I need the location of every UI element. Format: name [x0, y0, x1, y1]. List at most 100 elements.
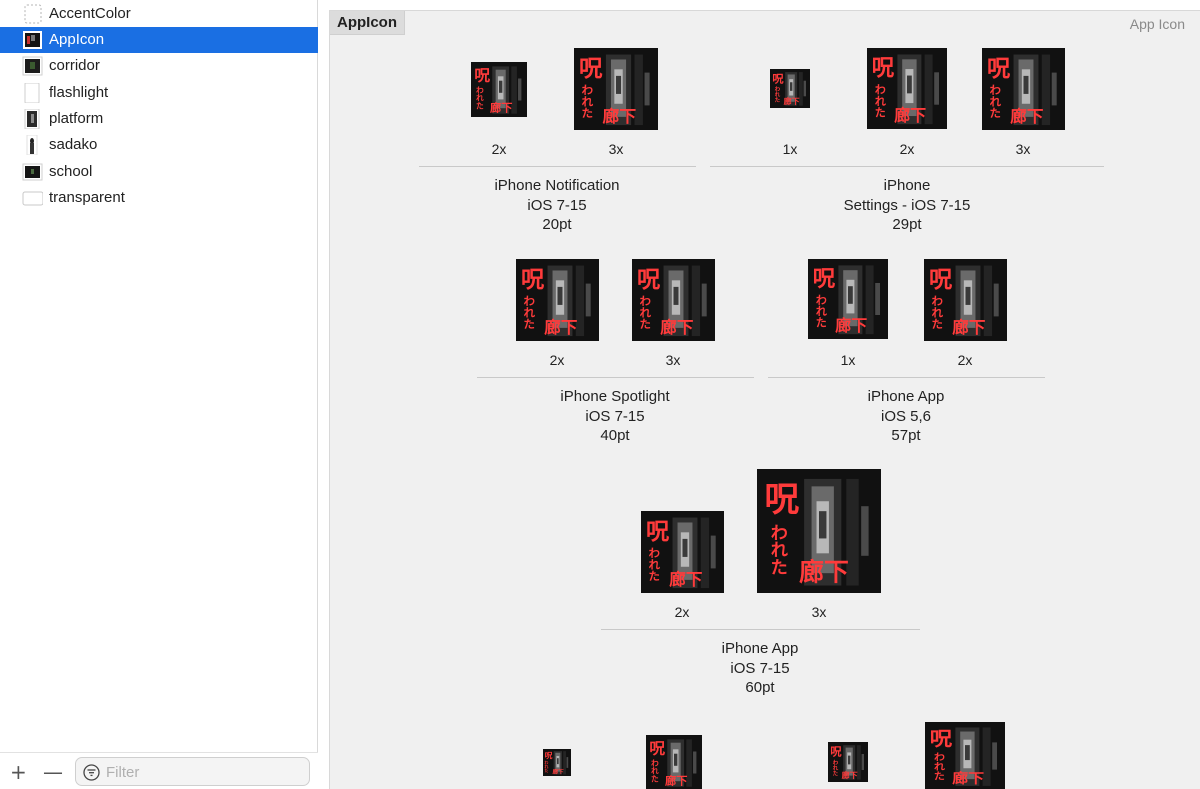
icon-title-middle: われた [930, 295, 944, 329]
icon-title-middle: われた [475, 86, 484, 109]
icon-title-top: 呪 [649, 740, 665, 758]
app-icon-artwork: 呪われた廊下 [925, 722, 1005, 789]
asset-item-appicon[interactable]: AppIcon [0, 27, 318, 53]
icon-title-bottom: 廊下 [842, 770, 858, 780]
icon-title-middle: われた [638, 295, 652, 329]
app-icon-artwork: 呪われた廊下 [808, 259, 888, 339]
icon-title-bottom: 廊下 [1010, 106, 1043, 126]
icon-title-bottom: 廊下 [669, 569, 702, 589]
asset-set-type: App Icon [1129, 16, 1185, 32]
icon-slot-settings-3x[interactable]: 呪われた 廊下 [982, 48, 1065, 130]
app-icon-artwork: 呪われた廊下 [982, 48, 1065, 130]
group-caption-settings: iPhone Settings - iOS 7-15 29pt [757, 176, 1057, 235]
asset-item-platform[interactable]: platform [0, 106, 318, 132]
icon-slot-row6-d[interactable]: 呪われた 廊下 [925, 722, 1005, 789]
icon-slot-row6-a[interactable]: 呪われた 廊下 [543, 749, 571, 776]
asset-label: school [49, 163, 93, 180]
icon-title-middle: われた [650, 759, 659, 782]
asset-label: platform [49, 110, 104, 127]
group-device: iPhone [883, 177, 931, 194]
scale-label: 2x [957, 352, 973, 368]
group-size: 60pt [745, 679, 775, 696]
asset-label: AccentColor [49, 5, 131, 22]
icon-slot-spotlight-2x[interactable]: 呪われた 廊下 [516, 259, 599, 341]
icon-title-top: 呪 [764, 480, 799, 520]
icon-slot-app56-2x[interactable]: 呪われた 廊下 [924, 259, 1007, 341]
group-device: iPhone Spotlight [560, 388, 670, 405]
icon-title-middle: われた [831, 760, 838, 777]
scale-label: 3x [665, 352, 681, 368]
app-icon-artwork: 呪われた廊下 [646, 735, 702, 789]
image-thumbnail-icon [26, 135, 38, 155]
group-divider [710, 166, 1104, 167]
image-thumbnail-icon [22, 163, 43, 181]
scale-label: 3x [1015, 141, 1031, 157]
icon-title-bottom: 廊下 [894, 106, 926, 125]
asset-item-flashlight[interactable]: flashlight [0, 80, 318, 106]
icon-title-top: 呪 [545, 751, 553, 760]
icon-title-top: 呪 [930, 728, 953, 750]
group-divider [601, 629, 920, 630]
icon-slot-row6-b[interactable]: 呪われた 廊下 [646, 735, 702, 789]
asset-item-school[interactable]: school [0, 159, 318, 185]
icon-slot-settings-2x[interactable]: 呪われた 廊下 [867, 48, 947, 129]
appicon-thumbnail-icon [23, 31, 42, 49]
app-icon-artwork: 呪われた廊下 [828, 742, 868, 782]
app-icon-artwork: 呪われた廊下 [757, 469, 881, 593]
appicon-canvas: AppIcon App Icon 呪われた 廊下 呪われた 廊下 2x 3x iPh… [329, 10, 1200, 789]
icon-title-top: 呪 [579, 55, 603, 82]
scale-label: 2x [491, 141, 507, 157]
icon-slot-spotlight-3x[interactable]: 呪われた 廊下 [632, 259, 715, 341]
icon-title-bottom: 廊下 [544, 317, 577, 337]
asset-item-transparent[interactable]: transparent [0, 185, 318, 211]
icon-title-bottom: 廊下 [835, 316, 867, 335]
asset-item-accentcolor[interactable]: AccentColor [0, 1, 318, 27]
asset-set-title: AppIcon [330, 11, 405, 35]
scale-label: 2x [674, 604, 690, 620]
app-icon-artwork: 呪われた廊下 [471, 62, 527, 117]
group-divider [477, 377, 754, 378]
icon-title-middle: われた [767, 524, 788, 576]
icon-slot-app-2x[interactable]: 呪われた 廊下 [641, 511, 724, 593]
scale-label: 3x [811, 604, 827, 620]
app-icon-artwork: 呪われた廊下 [543, 749, 571, 776]
add-asset-button[interactable]: + [10, 762, 27, 782]
icon-slot-notification-2x[interactable]: 呪われた 廊下 [471, 62, 527, 117]
scale-label: 3x [608, 141, 624, 157]
asset-label: transparent [49, 189, 125, 206]
app-icon-artwork: 呪われた廊下 [770, 69, 810, 108]
group-caption-app-ios56: iPhone App iOS 5,6 57pt [756, 387, 1056, 446]
asset-sidebar: AccentColor AppIcon corridor flashlight … [0, 0, 318, 789]
app-icon-artwork: 呪われた廊下 [516, 259, 599, 341]
icon-title-middle: われた [773, 86, 780, 103]
icon-title-top: 呪 [474, 67, 490, 85]
group-divider [768, 377, 1045, 378]
icon-title-bottom: 廊下 [660, 317, 693, 337]
group-size: 57pt [891, 427, 921, 444]
asset-item-corridor[interactable]: corridor [0, 53, 318, 79]
icon-slot-app56-1x[interactable]: 呪われた 廊下 [808, 259, 888, 339]
asset-item-sadako[interactable]: sadako [0, 132, 318, 158]
icon-title-bottom: 廊下 [665, 774, 687, 788]
asset-label: AppIcon [49, 31, 105, 48]
asset-label: flashlight [49, 84, 109, 101]
icon-slot-row6-c[interactable]: 呪われた 廊下 [828, 742, 868, 782]
app-icon-artwork: 呪われた廊下 [867, 48, 947, 129]
group-device: iPhone App [721, 640, 799, 657]
remove-asset-button[interactable]: — [43, 762, 63, 782]
icon-slot-settings-1x[interactable]: 呪われた 廊下 [770, 69, 810, 108]
icon-slot-app-3x[interactable]: 呪われた 廊下 [757, 469, 881, 593]
group-divider [419, 166, 696, 167]
group-os: iOS 7-15 [585, 407, 645, 425]
icon-title-bottom: 廊下 [799, 558, 849, 587]
icon-title-middle: われた [931, 752, 944, 781]
group-caption-notification: iPhone Notification iOS 7-15 20pt [407, 176, 707, 235]
app-icon-artwork: 呪われた廊下 [924, 259, 1007, 341]
scale-label: 2x [899, 141, 915, 157]
filter-field[interactable] [75, 757, 310, 786]
image-thumbnail-icon [22, 56, 43, 76]
icon-slot-notification-3x[interactable]: 呪われた 廊下 [574, 48, 658, 130]
scale-label: 2x [549, 352, 565, 368]
filter-input[interactable] [106, 762, 301, 782]
icon-title-middle: われた [544, 760, 550, 772]
